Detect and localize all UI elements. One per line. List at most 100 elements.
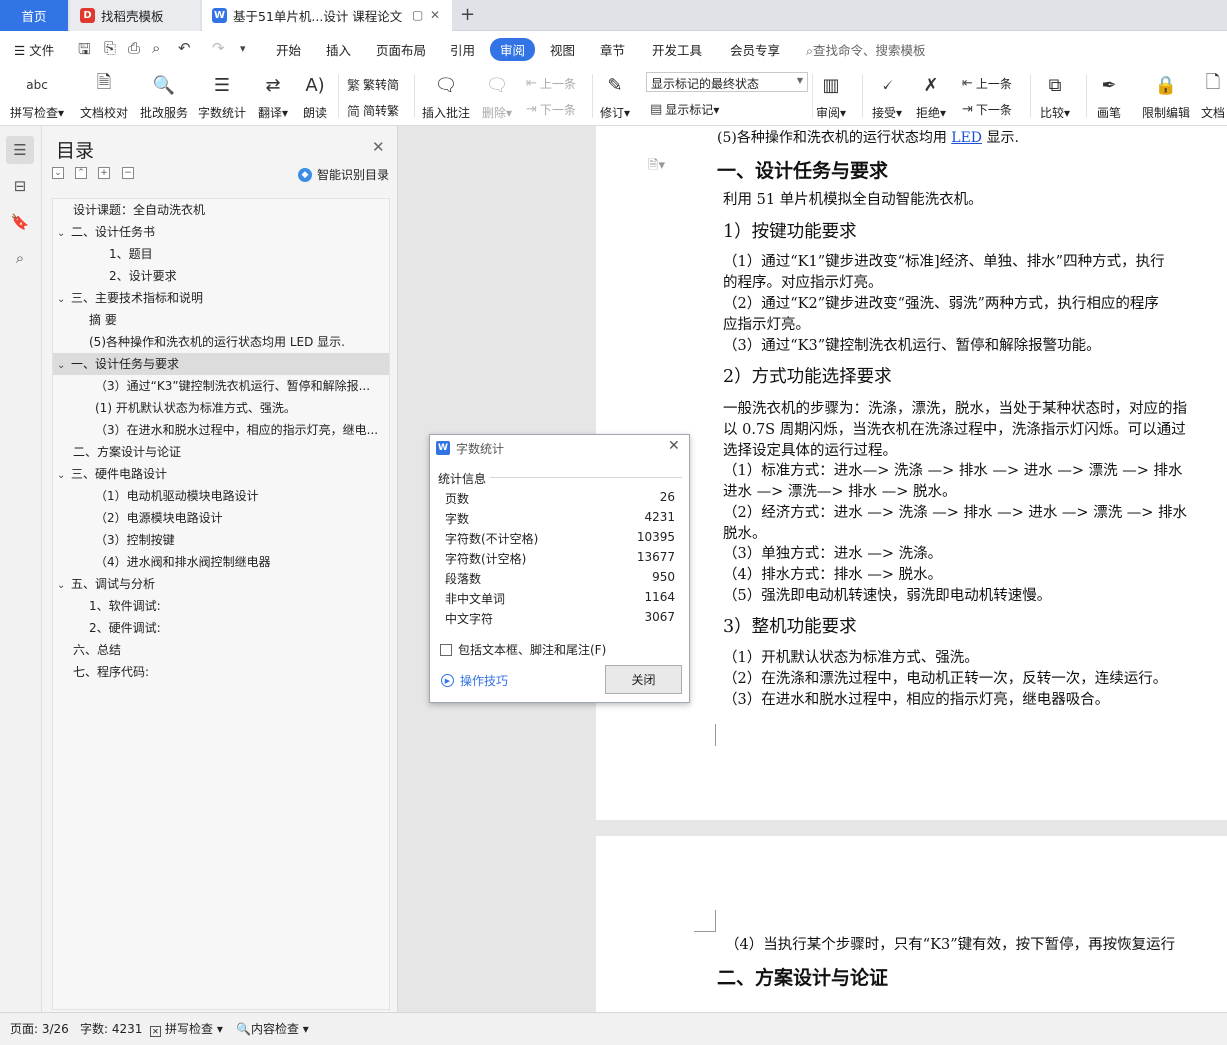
tab-template[interactable]: D 找稻壳模板	[70, 0, 200, 31]
menu-view[interactable]: 视图	[550, 40, 575, 59]
delete-comment-button[interactable]: 🗨 删除▾	[482, 66, 512, 124]
file-menu[interactable]: ☰ 文件	[14, 40, 54, 59]
document-page[interactable]: 🗎▾ (5)各种操作和洗衣机的运行状态均用 LED 显示. 一、设计任务与要求 …	[596, 126, 1227, 820]
add-heading-icon[interactable]: +	[98, 167, 110, 179]
toc-item[interactable]: (5)各种操作和洗衣机的运行状态均用 LED 显示.	[53, 331, 389, 353]
trad-to-simp-button[interactable]: 繁繁转简	[347, 75, 399, 94]
save-icon[interactable]: 🖫	[78, 39, 91, 64]
close-button[interactable]: 关闭	[605, 665, 682, 694]
tab-home[interactable]: 首页	[0, 0, 68, 31]
menu-chapter[interactable]: 章节	[600, 40, 625, 59]
toc-item[interactable]: 七、程序代码:	[53, 661, 389, 683]
export-icon[interactable]: ⎘	[104, 39, 116, 57]
display-mode-select[interactable]: 显示标记的最终状态 ▼	[646, 72, 808, 92]
accept-button[interactable]: 🗸 接受▾	[872, 66, 902, 124]
toc-item[interactable]: 二、方案设计与论证	[53, 441, 389, 463]
batch-correct-button[interactable]: 🔍 批改服务	[140, 66, 188, 124]
toc-item[interactable]: （1）电动机驱动模块电路设计	[53, 485, 389, 507]
translate-label: 翻译	[258, 106, 283, 120]
toc-item-selected[interactable]: ⌄ 一、设计任务与要求	[53, 353, 389, 375]
menu-reference[interactable]: 引用	[450, 40, 475, 59]
toc-item[interactable]: ⌄ 五、调试与分析	[53, 573, 389, 595]
track-changes-button[interactable]: ✎ 修订▾	[600, 66, 630, 124]
menu-member[interactable]: 会员专享	[730, 40, 780, 59]
tab-pin-icon[interactable]: ▢	[412, 8, 423, 22]
chapter-icon[interactable]: ⊟	[6, 172, 34, 200]
led-link[interactable]: LED	[951, 130, 982, 146]
toc-item[interactable]: ⌄ 二、设计任务书	[53, 221, 389, 243]
toc-item[interactable]: 设计课题：全自动洗衣机	[53, 199, 389, 221]
chevron-down-icon[interactable]: ⌄	[57, 575, 71, 595]
menu-layout[interactable]: 页面布局	[376, 40, 426, 59]
new-tab-icon[interactable]: +	[460, 4, 475, 25]
document-page[interactable]: （4）当执行某个步骤时，只有“K3”键有效，按下暂停，再按恢复运行 二、方案设计…	[596, 836, 1227, 1012]
chevron-down-icon[interactable]: ⌄	[57, 355, 71, 375]
next-change-button[interactable]: ⇥ 下一条	[962, 101, 1012, 118]
smart-toc-button[interactable]: ◆ 智能识别目录	[298, 166, 389, 183]
toc-item[interactable]: （4）进水阀和排水阀控制继电器	[53, 551, 389, 573]
toc-item[interactable]: （3）控制按键	[53, 529, 389, 551]
spell-check-toggle[interactable]: ✕ 拼写检查 ▾	[150, 1020, 223, 1037]
spell-check-button[interactable]: abc 拼写检查▾	[10, 66, 64, 124]
restrict-editing-button[interactable]: 🔒 限制编辑	[1142, 66, 1190, 124]
close-icon[interactable]: ✕	[668, 438, 680, 454]
next-comment-button[interactable]: ⇥ 下一条	[526, 101, 576, 118]
toc-item[interactable]: （2）电源模块电路设计	[53, 507, 389, 529]
toc-item[interactable]: 1、题目	[53, 243, 389, 265]
expand-up-icon[interactable]: ⌃	[75, 167, 87, 179]
menu-review[interactable]: 审阅	[490, 38, 536, 61]
preview-icon[interactable]: ⌕	[152, 39, 160, 57]
toc-item[interactable]: (1) 开机默认状态为标准方式、强洗。	[53, 397, 389, 419]
menu-insert[interactable]: 插入	[326, 40, 351, 59]
insert-comment-button[interactable]: 🗨 插入批注	[422, 66, 470, 124]
find-icon[interactable]: ⌕	[6, 244, 34, 272]
close-icon[interactable]: ✕	[372, 138, 385, 156]
review-pane-button[interactable]: ▥ 审阅▾	[816, 66, 846, 124]
toc-item[interactable]: 2、设计要求	[53, 265, 389, 287]
tab-document[interactable]: W 基于51单片机...设计 课程论文 ▢ ✕	[202, 0, 452, 31]
proofread-button[interactable]: 🗎 文档校对	[80, 66, 128, 124]
toc-item[interactable]: 2、硬件调试:	[53, 617, 389, 639]
read-aloud-button[interactable]: A) 朗读	[302, 66, 328, 124]
word-count-indicator[interactable]: 字数: 4231	[80, 1020, 142, 1037]
toc-item[interactable]: 摘 要	[53, 309, 389, 331]
chevron-down-icon[interactable]: ⌄	[57, 465, 71, 485]
print-icon[interactable]: ⎙	[128, 39, 140, 57]
show-markup-button[interactable]: ▤ 显示标记 ▾	[650, 101, 719, 118]
bookmark-icon[interactable]: 🔖	[6, 208, 34, 236]
checkbox-box[interactable]	[440, 643, 452, 656]
word-count-button[interactable]: ☰ 字数统计	[198, 66, 246, 124]
compare-button[interactable]: ⧉ 比较▾	[1040, 66, 1070, 124]
toc-item[interactable]: ⌄ 三、主要技术指标和说明	[53, 287, 389, 309]
menu-start[interactable]: 开始	[276, 40, 301, 59]
toc-item[interactable]: ⌄ 三、硬件电路设计	[53, 463, 389, 485]
pen-button[interactable]: ✒ 画笔	[1096, 66, 1122, 124]
remove-heading-icon[interactable]: −	[122, 167, 134, 179]
more-icon[interactable]: ▾	[240, 42, 246, 55]
chevron-down-icon[interactable]: ⌄	[57, 289, 71, 309]
toc-icon[interactable]: ☰	[6, 136, 34, 164]
redo-icon[interactable]: ↷	[212, 39, 225, 57]
menu-devtools[interactable]: 开发工具	[652, 40, 702, 59]
include-footnotes-checkbox[interactable]: 包括文本框、脚注和尾注(F)	[440, 641, 606, 658]
doc-permission-button[interactable]: 🗋 文档	[1200, 66, 1226, 124]
toc-item[interactable]: 1、软件调试:	[53, 595, 389, 617]
simp-to-trad-button[interactable]: 简简转繁	[347, 101, 399, 120]
tips-link[interactable]: ▶ 操作技巧	[441, 672, 508, 689]
command-search[interactable]: ⌕查找命令、搜索模板	[806, 40, 926, 59]
toc-item[interactable]: 六、总结	[53, 639, 389, 661]
collapse-all-icon[interactable]: ⌄	[52, 167, 64, 179]
reject-button[interactable]: ✗ 拒绝▾	[916, 66, 946, 124]
prev-comment-button[interactable]: ⇤ 上一条	[526, 75, 576, 92]
chevron-down-icon[interactable]: ⌄	[57, 223, 71, 243]
translate-button[interactable]: ⇄ 翻译▾	[258, 66, 288, 124]
toc-item[interactable]: （3）在进水和脱水过程中，相应的指示灯亮，继电...	[53, 419, 389, 441]
toc-item[interactable]: （3）通过“K3”键控制洗衣机运行、暂停和解除报...	[53, 375, 389, 397]
paragraph-options-icon[interactable]: 🗎▾	[648, 156, 665, 178]
page-indicator[interactable]: 页面: 3/26	[10, 1020, 69, 1037]
content-check-toggle[interactable]: 🔍内容检查 ▾	[236, 1020, 309, 1037]
prev-change-button[interactable]: ⇤ 上一条	[962, 75, 1012, 92]
tab-close-icon[interactable]: ✕	[430, 8, 440, 22]
dialog-titlebar[interactable]: W 字数统计	[430, 435, 689, 461]
undo-icon[interactable]: ↶	[178, 39, 191, 57]
